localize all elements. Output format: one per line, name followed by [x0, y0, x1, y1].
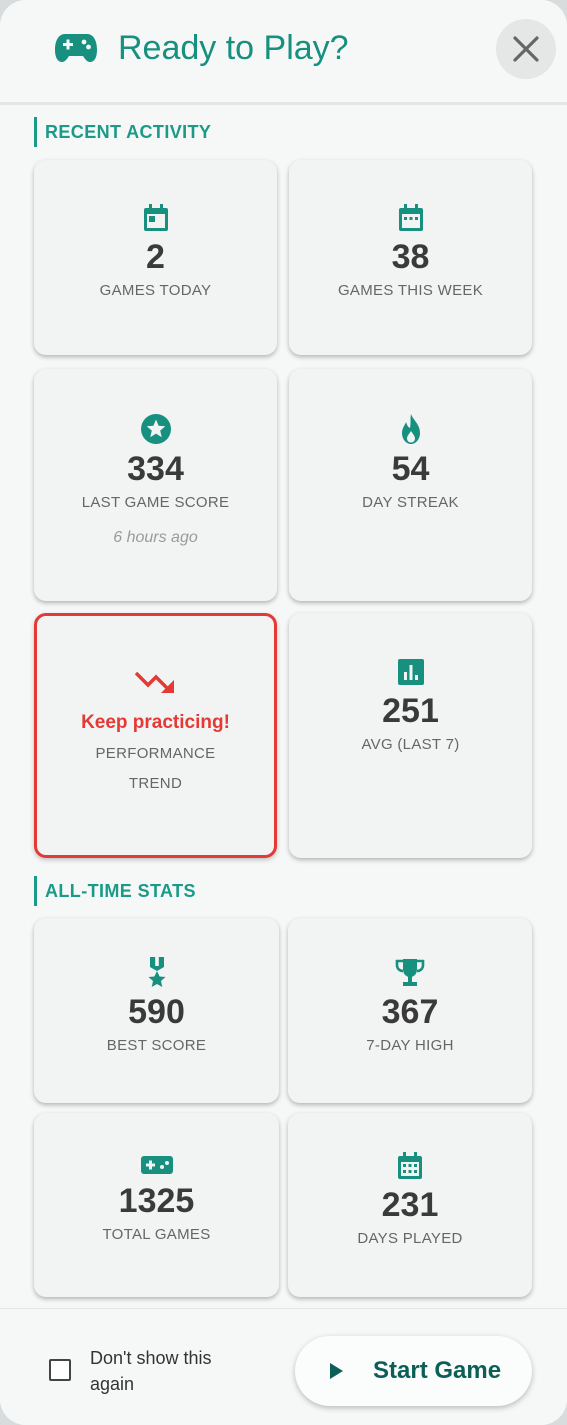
stat-card-average: 251 AVG (LAST 7)	[289, 613, 532, 858]
play-icon	[330, 1363, 343, 1379]
trending-down-icon	[134, 671, 174, 693]
stat-value: 2	[146, 238, 165, 276]
gamepad-icon	[55, 34, 97, 62]
close-icon	[513, 36, 539, 62]
stat-value: 231	[381, 1186, 439, 1224]
close-button[interactable]	[496, 19, 556, 79]
stat-card-games-today: 2 GAMES TODAY	[34, 160, 277, 355]
stat-label: LAST GAME SCORE	[81, 494, 230, 511]
stat-card-games-week: 38 GAMES THIS WEEK	[289, 160, 532, 355]
medal-icon	[148, 957, 165, 987]
stat-label: TREND	[128, 775, 183, 792]
ready-dialog: Ready to Play? RECENT ACTIVITY 2 GAMES T…	[0, 0, 567, 1425]
section-title-alltime: ALL-TIME STATS	[34, 876, 334, 906]
stat-value: 251	[382, 692, 439, 730]
stat-label: AVG (LAST 7)	[361, 736, 460, 753]
trophy-icon	[395, 959, 425, 986]
stat-label: TOTAL GAMES	[102, 1226, 211, 1243]
dont-show-label[interactable]: Don't show this again	[90, 1345, 240, 1397]
dont-show-checkbox[interactable]	[49, 1359, 71, 1381]
stat-label: GAMES THIS WEEK	[337, 282, 484, 299]
dialog-footer: Don't show this again Start Game	[0, 1308, 567, 1425]
stat-label: DAY STREAK	[362, 494, 459, 511]
stat-label: PERFORMANCE	[95, 745, 216, 762]
stat-card-streak: 54 DAY STREAK	[289, 369, 532, 601]
stat-card-last-score: 334 LAST GAME SCORE 6 hours ago	[34, 369, 277, 601]
calendar-today-icon	[143, 204, 168, 231]
stat-label: DAYS PLAYED	[357, 1230, 463, 1247]
calendar-week-icon	[398, 204, 423, 231]
stat-value: 1325	[118, 1182, 195, 1220]
stat-value: 54	[391, 450, 430, 488]
stat-value: 38	[391, 238, 430, 276]
dialog-header: Ready to Play?	[0, 0, 567, 105]
stat-value: 334	[127, 450, 184, 488]
stat-value: 590	[128, 993, 185, 1031]
stat-card-7day-high: 367 7-DAY HIGH	[288, 918, 532, 1103]
stat-card-performance-trend: Keep practicing! PERFORMANCE TREND	[34, 613, 277, 858]
stat-card-total-games: 1325 TOTAL GAMES	[34, 1113, 279, 1297]
stat-label: BEST SCORE	[106, 1037, 207, 1054]
stat-card-best-score: 590 BEST SCORE	[34, 918, 279, 1103]
start-game-label: Start Game	[373, 1357, 502, 1384]
stat-timestamp: 6 hours ago	[113, 529, 198, 546]
calendar-month-icon	[398, 1152, 422, 1179]
bar-chart-icon	[397, 659, 424, 685]
stat-card-days-played: 231 DAYS PLAYED	[288, 1113, 532, 1297]
gamepad-icon	[140, 1156, 173, 1174]
section-title-recent: RECENT ACTIVITY	[34, 117, 334, 147]
star-icon	[140, 414, 171, 444]
stat-label: GAMES TODAY	[99, 282, 212, 299]
stat-label: 7-DAY HIGH	[366, 1037, 454, 1054]
stat-value: 367	[381, 993, 439, 1031]
fire-icon	[401, 414, 420, 444]
trend-message: Keep practicing!	[81, 712, 230, 733]
start-game-button[interactable]: Start Game	[295, 1336, 532, 1406]
page-title: Ready to Play?	[118, 29, 349, 67]
